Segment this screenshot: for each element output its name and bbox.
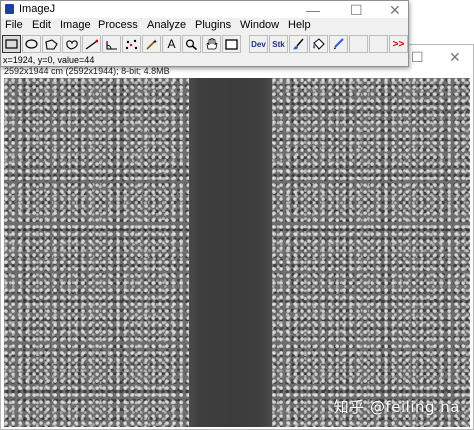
more-tools-button[interactable]: >> — [389, 35, 408, 53]
window-title: ImageJ — [19, 3, 56, 15]
freehand-select-icon — [66, 39, 78, 50]
hand-scroll-icon — [206, 38, 218, 50]
close-button[interactable]: ✕ — [389, 2, 401, 18]
oval-select-icon — [25, 39, 38, 49]
menu-edit[interactable]: Edit — [32, 19, 51, 32]
pencil-tool[interactable] — [329, 35, 348, 53]
flood-fill-icon — [313, 38, 325, 50]
hand-scroll-tool[interactable] — [202, 35, 221, 53]
cell-monolayer-right — [272, 78, 470, 427]
pencil-tool-icon — [333, 38, 344, 50]
magnifier-icon — [185, 38, 198, 50]
minimize-button[interactable]: — — [306, 2, 320, 18]
rectangle-select-icon — [5, 39, 18, 49]
freehand-select-tool[interactable] — [62, 35, 81, 53]
oval-select-tool[interactable] — [22, 35, 41, 53]
multipoint-tool[interactable] — [122, 35, 141, 53]
imagej-window: ImageJ — ☐ ✕ File Edit Image Process Ana… — [0, 0, 409, 67]
image-info-text: 2592x1944 cm (2592x1944); 8-bit; 4.8MB — [4, 66, 170, 76]
menu-window[interactable]: Window — [240, 19, 279, 32]
wand-tool[interactable] — [142, 35, 161, 53]
polygon-select-icon — [45, 38, 58, 50]
image-maximize-button[interactable]: ☐ — [411, 49, 424, 65]
menu-image[interactable]: Image — [60, 19, 91, 32]
menu-help[interactable]: Help — [288, 19, 311, 32]
status-text: x=1924, y=0, value=44 — [3, 55, 95, 65]
developer-menu-tool[interactable]: Dev — [249, 35, 268, 53]
image-close-button[interactable]: ✕ — [449, 49, 461, 65]
menu-file[interactable]: File — [5, 19, 23, 32]
image-canvas[interactable]: 知乎 @feiling na — [4, 78, 470, 427]
flood-fill-tool[interactable] — [309, 35, 328, 53]
maximize-button[interactable]: ☐ — [350, 2, 363, 18]
stack-tools-tool[interactable]: Stk — [269, 35, 288, 53]
scratch-wound-gap — [189, 78, 272, 427]
text-tool-icon: A — [167, 37, 176, 51]
menu-process[interactable]: Process — [98, 19, 138, 32]
imagej-logo-icon — [5, 4, 14, 14]
polygon-select-tool[interactable] — [42, 35, 61, 53]
menu-bar: File Edit Image Process Analyze Plugins … — [1, 18, 408, 33]
wand-tool-icon — [146, 39, 158, 50]
cell-monolayer-left — [4, 78, 189, 427]
color-picker-icon — [225, 38, 238, 50]
rectangle-select-tool[interactable] — [2, 35, 21, 53]
color-picker-tool[interactable] — [222, 35, 241, 53]
menu-analyze[interactable]: Analyze — [147, 19, 186, 32]
line-tool-icon — [85, 39, 98, 49]
empty-tool-slot-1[interactable] — [349, 35, 368, 53]
magnifier-tool[interactable] — [182, 35, 201, 53]
line-tool[interactable] — [82, 35, 101, 53]
menu-plugins[interactable]: Plugins — [195, 19, 231, 32]
text-tool[interactable]: A — [162, 35, 181, 53]
imagej-titlebar[interactable]: ImageJ — ☐ ✕ — [1, 1, 408, 18]
empty-tool-slot-2[interactable] — [369, 35, 388, 53]
watermark-text: 知乎 @feiling na — [333, 398, 460, 416]
brush-tool[interactable] — [289, 35, 308, 53]
angle-tool[interactable] — [102, 35, 121, 53]
stack-tools-icon: Stk — [272, 39, 285, 49]
angle-tool-icon — [106, 40, 117, 50]
more-tools-icon: >> — [392, 38, 405, 50]
multipoint-tool-icon — [125, 39, 138, 49]
image-window: ☐ ✕ 2592x1944 cm (2592x1944); 8-bit; 4.8… — [0, 44, 474, 430]
tool-bar: A Dev Stk >> — [1, 34, 408, 54]
brush-tool-icon — [293, 38, 304, 50]
developer-menu-icon: Dev — [251, 39, 266, 49]
